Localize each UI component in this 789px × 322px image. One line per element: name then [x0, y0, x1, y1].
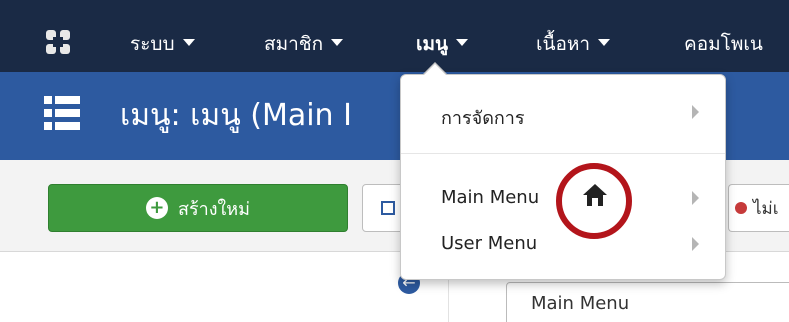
nav-menu-system[interactable]: ระบบ	[130, 28, 195, 60]
nav-menu-components-label: คอมโพเน	[684, 33, 763, 55]
nav-menu-menus[interactable]: เมนู	[416, 28, 469, 60]
chevron-right-icon	[692, 237, 699, 251]
page-title: เมนู: เมนู (Main I	[120, 98, 352, 133]
nav-menu-components[interactable]: คอมโพเน	[684, 28, 763, 60]
caret-down-icon	[331, 39, 344, 46]
caret-down-icon	[182, 39, 195, 46]
unpublish-button[interactable]: ไม่เ	[728, 184, 789, 232]
highlight-circle	[556, 163, 632, 239]
nav-menu-users-label: สมาชิก	[264, 33, 324, 55]
chevron-right-icon	[692, 191, 699, 205]
chevron-right-icon	[692, 105, 699, 119]
list-icon	[44, 96, 80, 130]
dropdown-item-user-menu[interactable]: User Menu	[441, 233, 537, 254]
dropdown-divider	[401, 153, 725, 154]
nav-menu-content-label: เนื้อหา	[536, 33, 591, 55]
unpublish-button-label: ไม่เ	[753, 198, 779, 219]
nav-menu-users[interactable]: สมาชิก	[264, 28, 344, 60]
top-navbar: ระบบ สมาชิก เมนู เนื้อหา คอมโพเน	[0, 0, 789, 72]
joomla-logo-icon[interactable]	[44, 28, 72, 56]
unpublish-icon	[735, 202, 747, 214]
new-button-label: สร้างใหม่	[177, 198, 251, 220]
caret-down-icon	[456, 39, 469, 46]
nav-menu-menus-label: เมนู	[416, 33, 449, 55]
dropdown-item-main-menu[interactable]: Main Menu	[441, 187, 539, 208]
nav-menu-system-label: ระบบ	[130, 33, 175, 55]
menu-filter-select[interactable]: Main Menu	[506, 282, 789, 322]
caret-down-icon	[598, 39, 611, 46]
new-button[interactable]: + สร้างใหม่	[48, 184, 348, 232]
nav-menu-content[interactable]: เนื้อหา	[536, 28, 611, 60]
dropdown-arrow	[424, 64, 446, 75]
edit-icon	[381, 201, 395, 215]
dropdown-item-manage[interactable]: การจัดการ	[441, 103, 525, 132]
plus-circle-icon: +	[145, 197, 168, 219]
